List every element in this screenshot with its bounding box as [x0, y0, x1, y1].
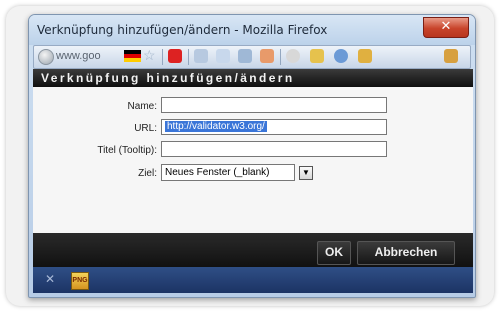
dialog-heading: Verknüpfung hinzufügen/ändern — [33, 69, 473, 87]
search-icon[interactable] — [286, 49, 300, 63]
name-label: Name: — [127, 101, 157, 112]
globe-icon[interactable] — [334, 49, 348, 63]
mail-icon[interactable] — [310, 49, 324, 63]
link-form: Name: URL: http://validator.w3.org/ Tite… — [33, 87, 473, 233]
forward-arrow-icon[interactable] — [216, 49, 230, 63]
window-title: Verknüpfung hinzufügen/ändern - Mozilla … — [37, 23, 328, 37]
addon-red-icon[interactable] — [168, 49, 182, 63]
target-select[interactable]: Neues Fenster (_blank) — [161, 164, 295, 181]
url-field[interactable]: http://validator.w3.org/ — [161, 119, 387, 135]
url-value: http://validator.w3.org/ — [165, 121, 267, 132]
name-field[interactable] — [161, 97, 387, 113]
title-bar[interactable]: Verknüpfung hinzufügen/ändern - Mozilla … — [29, 15, 475, 45]
title-field[interactable] — [161, 141, 387, 157]
target-label: Ziel: — [138, 168, 157, 179]
browser-toolbar: www.goo ☆ — [33, 45, 471, 69]
close-button[interactable]: ✕ — [423, 17, 469, 38]
rss-icon[interactable] — [260, 49, 274, 63]
toolbar-separator — [188, 49, 189, 65]
pencil-icon[interactable] — [358, 49, 372, 63]
ok-button[interactable]: OK — [317, 241, 351, 265]
toolbar-separator — [280, 49, 281, 65]
url-label: URL: — [134, 123, 157, 134]
address-bar[interactable]: www.goo — [56, 49, 120, 64]
star-overflow-icon[interactable] — [444, 49, 458, 63]
back-arrow-icon[interactable] — [194, 49, 208, 63]
german-flag-icon[interactable] — [124, 50, 141, 62]
firefox-window: Verknüpfung hinzufügen/ändern - Mozilla … — [28, 14, 476, 298]
site-globe-icon — [38, 49, 54, 65]
cancel-button[interactable]: Abbrechen — [357, 241, 455, 265]
status-bar: ✕ PNG — [33, 267, 473, 293]
toolbar-separator — [162, 49, 163, 65]
chevron-down-icon[interactable]: ▼ — [299, 166, 313, 180]
title-label: Titel (Tooltip): — [97, 145, 157, 156]
button-bar: OK Abbrechen — [33, 233, 473, 267]
addon-status-icon[interactable]: PNG — [71, 272, 89, 290]
tools-icon[interactable] — [238, 49, 252, 63]
bookmark-star-icon[interactable]: ☆ — [143, 47, 156, 64]
close-icon[interactable]: ✕ — [45, 272, 55, 286]
